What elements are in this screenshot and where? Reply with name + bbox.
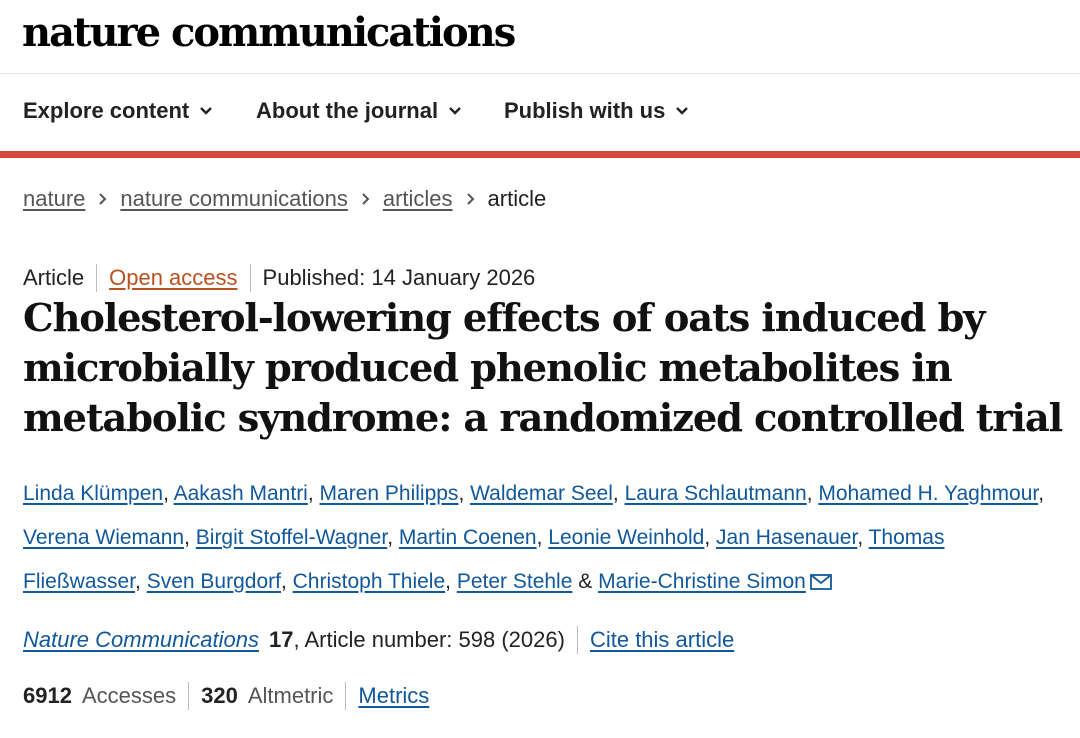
accesses-count: 6912	[23, 683, 72, 708]
author-link[interactable]: Birgit Stoffel-Wagner	[196, 526, 387, 549]
chevron-right-icon	[361, 192, 370, 206]
nav-about-journal[interactable]: About the journal	[256, 98, 462, 124]
cite-this-article-link[interactable]: Cite this article	[590, 627, 734, 653]
accesses-label: Accesses	[81, 683, 177, 708]
breadcrumb-nature-communications[interactable]: nature communications	[120, 186, 347, 212]
published-date: Published: 14 January 2026	[262, 265, 536, 290]
nav-publish-with-us[interactable]: Publish with us	[504, 98, 689, 124]
author-separator: ,	[184, 526, 196, 549]
breadcrumb-current: article	[487, 186, 547, 211]
author-separator: ,	[445, 570, 457, 593]
author-link[interactable]: Maren Philipps	[320, 482, 459, 505]
journal-link[interactable]: Nature Communications	[23, 627, 259, 653]
metrics-bar: 6912 Accesses 320 Altmetric Metrics	[23, 682, 429, 710]
author-link[interactable]: Waldemar Seel	[470, 482, 613, 505]
author-separator: ,	[135, 570, 147, 593]
author-separator: ,	[163, 482, 174, 505]
main-nav: Explore content About the journal Publis…	[0, 75, 1080, 151]
author-separator: ,	[458, 482, 471, 505]
author-link[interactable]: Peter Stehle	[457, 570, 573, 593]
divider	[249, 264, 251, 292]
author-link[interactable]: Verena Wiemann	[23, 526, 184, 549]
divider	[188, 682, 190, 710]
chevron-down-icon	[675, 106, 689, 116]
volume: 17	[268, 627, 294, 652]
nav-label: Explore content	[23, 98, 190, 123]
chevron-down-icon	[199, 106, 213, 116]
author-link[interactable]: Mohamed H. Yaghmour	[818, 482, 1038, 505]
author-separator: ,	[307, 482, 320, 505]
open-access-link[interactable]: Open access	[109, 265, 237, 291]
divider	[345, 682, 347, 710]
article-title: Cholesterol-lowering effects of oats ind…	[23, 296, 1063, 441]
author-link[interactable]: Laura Schlautmann	[625, 482, 807, 505]
author-link[interactable]: Jan Hasenauer	[716, 526, 857, 549]
author-separator: ,	[387, 526, 399, 549]
mail-icon[interactable]	[809, 562, 832, 606]
metrics-link[interactable]: Metrics	[358, 683, 429, 709]
citation-line: Nature Communications 17 , Article numbe…	[23, 626, 734, 654]
author-link[interactable]: Aakash Mantri	[174, 482, 308, 505]
author-link[interactable]: Linda Klümpen	[23, 482, 163, 505]
site-header: nature communications	[0, 0, 1080, 74]
chevron-down-icon	[448, 106, 462, 116]
divider	[96, 264, 98, 292]
accent-bar	[0, 151, 1080, 158]
author-link[interactable]: Martin Coenen	[399, 526, 537, 549]
article-type: Article	[23, 265, 85, 290]
altmetric-count: 320	[201, 683, 238, 708]
author-separator: ,	[1038, 482, 1045, 505]
altmetric-label: Altmetric	[247, 683, 334, 708]
breadcrumb-articles[interactable]: articles	[383, 186, 453, 212]
chevron-right-icon	[98, 192, 107, 206]
chevron-right-icon	[466, 192, 475, 206]
author-separator: ,	[612, 482, 625, 505]
author-link[interactable]: Marie-Christine Simon	[598, 570, 806, 593]
author-separator: ,	[704, 526, 717, 549]
nav-label: About the journal	[256, 98, 439, 123]
divider	[576, 626, 578, 654]
author-link[interactable]: Christoph Thiele	[293, 570, 446, 593]
site-logo[interactable]: nature communications	[22, 8, 516, 58]
author-separator: ,	[806, 482, 819, 505]
article-number: , Article number: 598 (2026)	[293, 627, 565, 652]
author-separator-last: &	[572, 570, 599, 593]
author-separator: ,	[536, 526, 549, 549]
author-list: Linda Klümpen, Aakash Mantri, Maren Phil…	[23, 472, 1063, 606]
nav-explore-content[interactable]: Explore content	[23, 98, 213, 124]
breadcrumb: nature nature communications articles ar…	[23, 186, 546, 212]
article-meta: Article Open access Published: 14 Januar…	[23, 264, 535, 292]
author-link[interactable]: Leonie Weinhold	[548, 526, 704, 549]
breadcrumb-nature[interactable]: nature	[23, 186, 85, 212]
nav-label: Publish with us	[504, 98, 666, 123]
author-link[interactable]: Sven Burgdorf	[147, 570, 281, 593]
author-separator: ,	[280, 570, 293, 593]
author-separator: ,	[857, 526, 869, 549]
